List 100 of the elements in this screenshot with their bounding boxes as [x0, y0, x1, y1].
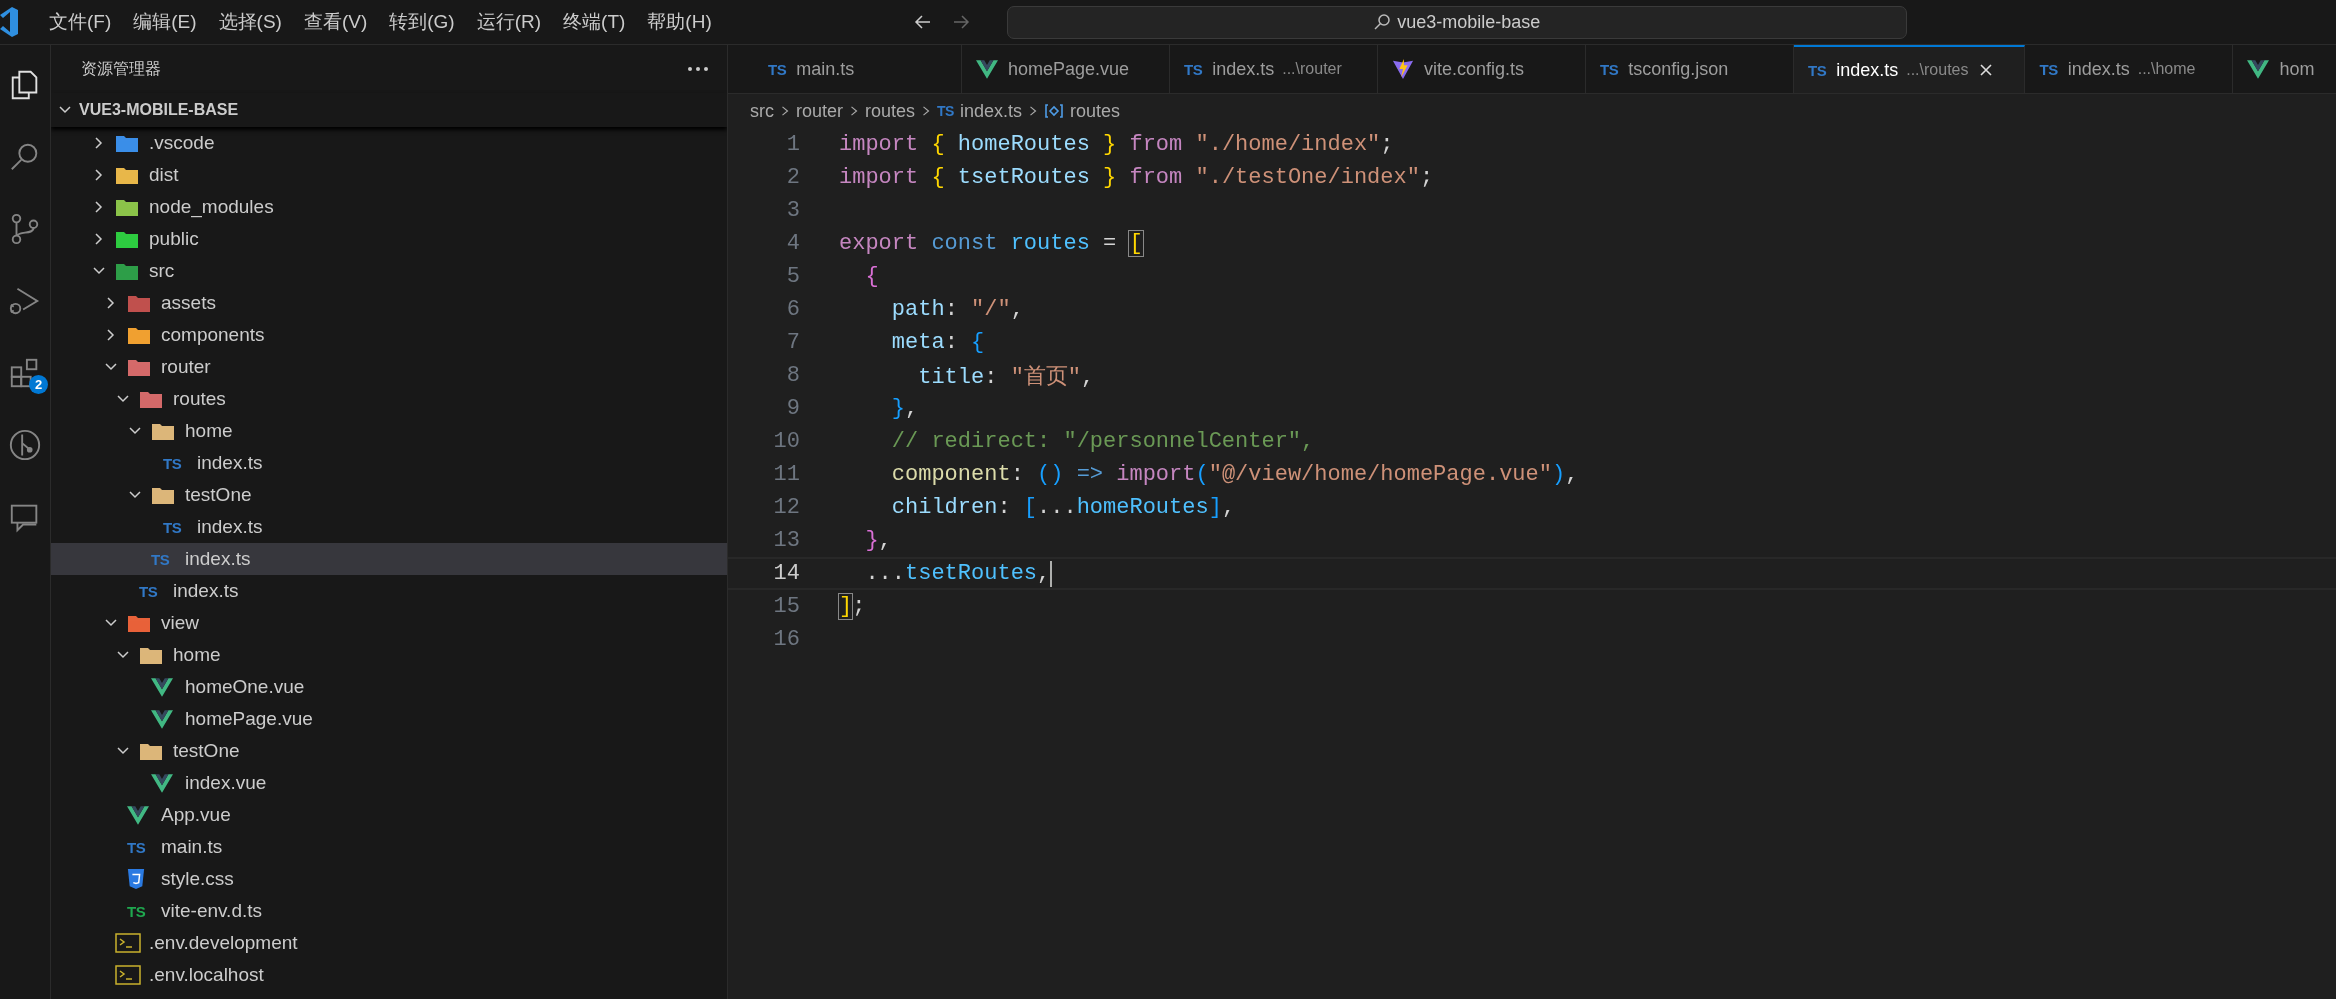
file-type-label: TS: [139, 582, 158, 600]
tree-item[interactable]: src: [51, 255, 727, 287]
menu-item[interactable]: 运行(R): [465, 5, 553, 39]
line-number: 11: [772, 462, 800, 487]
line-number: 15: [772, 594, 800, 619]
tree-item[interactable]: index.vue: [51, 767, 727, 799]
app-logo-icon: [0, 7, 20, 37]
vue-logo-icon: [151, 773, 173, 793]
code-line: meta: {: [890, 330, 985, 355]
tree-item[interactable]: testOne: [51, 479, 727, 511]
breadcrumb-item[interactable]: routes: [1044, 100, 1121, 122]
tree-item[interactable]: TS index.ts: [51, 511, 727, 543]
tree-item[interactable]: .env.development: [51, 927, 727, 959]
code-line: export const routes = [: [839, 231, 1143, 256]
close-icon[interactable]: [1978, 62, 1995, 78]
code-line: component: () => import("@/view/home/homePage.vue"),: [890, 462, 1579, 487]
tree-item[interactable]: router: [51, 351, 727, 383]
tree-item[interactable]: App.vue: [51, 799, 727, 831]
line-number: 13: [772, 528, 800, 553]
tree-item[interactable]: style.css: [51, 863, 727, 895]
code-line: children: [...homeRoutes],: [890, 495, 1236, 520]
code-line: },: [890, 396, 919, 421]
code-line: import { homeRoutes } from "./home/index";: [839, 132, 1394, 157]
breadcrumb-item[interactable]: router: [796, 100, 844, 122]
tree-item[interactable]: home: [51, 639, 727, 671]
git-graph-icon[interactable]: [8, 428, 42, 462]
menu-item[interactable]: 查看(V): [292, 5, 379, 39]
code-line: },: [864, 528, 892, 553]
editor-tab[interactable]: TS index.ts ...\router: [1170, 45, 1378, 93]
tree-item[interactable]: TS index.ts: [51, 447, 727, 479]
menu-item[interactable]: 帮助(H): [636, 5, 723, 39]
breadcrumb-item[interactable]: TS index.ts: [937, 100, 1022, 122]
menu-item[interactable]: 终端(T): [552, 5, 637, 39]
editor-tab[interactable]: hom: [2233, 45, 2319, 93]
tree-item[interactable]: TS index.ts: [51, 575, 727, 607]
terminal-icon: [115, 965, 141, 985]
file-type-label: TS: [127, 902, 146, 920]
vue-logo-icon: [976, 59, 998, 79]
tree-item[interactable]: TS vite-env.d.ts: [51, 895, 727, 927]
line-number: 6: [785, 297, 800, 322]
code-line: ];: [839, 594, 866, 619]
menu-item[interactable]: 选择(S): [207, 5, 293, 39]
line-number: 10: [772, 429, 800, 454]
line-number: 7: [785, 330, 800, 355]
line-number: 1: [785, 132, 800, 157]
tree-item[interactable]: .env.localhost: [51, 959, 727, 991]
tree-item[interactable]: node_modules: [51, 191, 727, 223]
tree-item[interactable]: homeOne.vue: [51, 671, 727, 703]
file-type-label: TS: [151, 550, 170, 568]
code-line: path: "/",: [890, 297, 1024, 322]
code-line: import { tsetRoutes } from "./testOne/index";: [839, 165, 1434, 190]
code-line: // redirect: "/personnelCenter",: [890, 429, 1315, 454]
line-number: 14: [772, 561, 800, 586]
breadcrumb-item[interactable]: src: [750, 100, 774, 122]
tree-item[interactable]: homePage.vue: [51, 703, 727, 735]
menu-item[interactable]: 文件(F): [38, 5, 123, 39]
editor-tab[interactable]: TS main.ts: [754, 45, 962, 93]
tree-item[interactable]: .vscode: [51, 127, 727, 159]
editor-tab[interactable]: vite.config.ts: [1378, 45, 1586, 93]
tree-item[interactable]: routes: [51, 383, 727, 415]
command-center[interactable]: vue3-mobile-base: [1006, 5, 1907, 39]
code-line: title: "首页",: [917, 363, 1095, 391]
file-type-label: TS: [163, 454, 182, 472]
file-type-label: TS: [163, 518, 182, 536]
vue-logo-icon: [151, 677, 173, 697]
menu-item[interactable]: 编辑(E): [122, 5, 208, 39]
notification-badge: 2: [29, 375, 48, 394]
line-number: 4: [785, 231, 800, 256]
line-number: 12: [772, 495, 800, 520]
tree-item[interactable]: view: [51, 607, 727, 639]
tree-item[interactable]: assets: [51, 287, 727, 319]
vue-logo-icon: [127, 805, 149, 825]
tree-item[interactable]: components: [51, 319, 727, 351]
breadcrumb-item[interactable]: routes: [865, 100, 916, 122]
line-number: 16: [772, 627, 800, 652]
line-number: 5: [785, 264, 800, 289]
menu-item[interactable]: 转到(G): [378, 5, 466, 39]
project-header[interactable]: VUE3-MOBILE-BASE: [51, 93, 727, 127]
lightning-icon: [1392, 58, 1414, 80]
symbol-icon: [1044, 103, 1064, 119]
tree-item[interactable]: testOne: [51, 735, 727, 767]
tree-item[interactable]: public: [51, 223, 727, 255]
vue-logo-icon: [2247, 59, 2270, 79]
tree-item[interactable]: home: [51, 415, 727, 447]
editor-tab[interactable]: homePage.vue: [962, 45, 1170, 93]
shield-icon: [127, 869, 145, 889]
more-icon[interactable]: [687, 66, 709, 72]
vue-logo-icon: [151, 709, 173, 729]
editor-tab[interactable]: TS index.ts ...\routes: [1794, 45, 2026, 93]
editor-tab[interactable]: TS index.ts ...\home: [2025, 45, 2234, 93]
tree-item[interactable]: TS index.ts: [51, 543, 727, 575]
explorer-title: 资源管理器: [81, 58, 161, 79]
text-cursor: [1050, 560, 1053, 587]
terminal-icon: [115, 933, 141, 953]
line-number: 3: [785, 198, 800, 223]
tree-item[interactable]: TS main.ts: [51, 831, 727, 863]
tree-item[interactable]: dist: [51, 159, 727, 191]
line-number: 2: [785, 165, 800, 190]
code-line: {: [864, 264, 879, 289]
line-number: 8: [785, 363, 800, 388]
